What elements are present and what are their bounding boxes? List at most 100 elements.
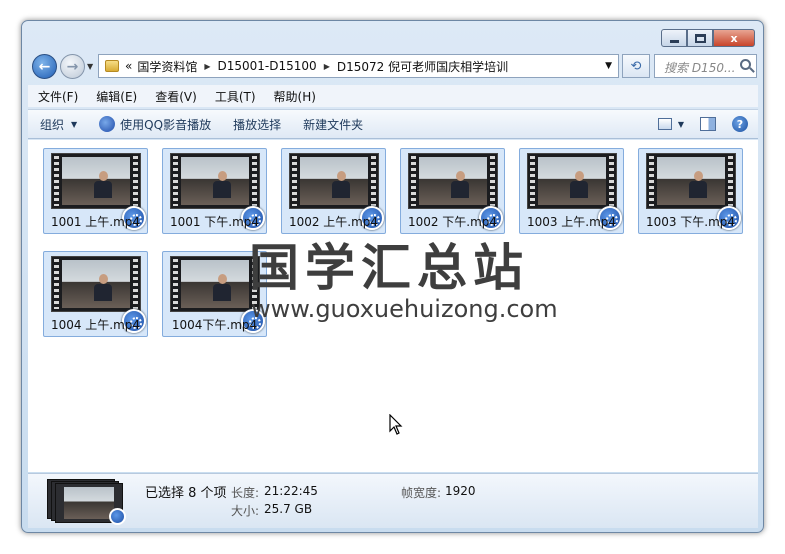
film-strip-edge (371, 156, 376, 206)
video-file-item[interactable]: 1001 下午.mp4 (162, 148, 267, 234)
film-strip-edge (728, 156, 733, 206)
video-file-item[interactable]: 1002 上午.mp4 (281, 148, 386, 234)
video-frame (657, 157, 725, 205)
size-value: 25.7 GB (264, 502, 313, 516)
play-with-qq-button[interactable]: 使用QQ影音播放 (99, 116, 211, 133)
film-strip-edge (173, 156, 178, 206)
film-strip-edge (54, 156, 59, 206)
length-label: 长度: (231, 486, 260, 500)
video-file-item[interactable]: 1001 上午.mp4 (43, 148, 148, 234)
organize-button[interactable]: 组织 ▼ (40, 116, 77, 133)
lecturer-figure (94, 274, 112, 302)
length-value: 21:22:45 (264, 484, 318, 498)
breadcrumb-item[interactable]: 国学资料馆 (137, 58, 197, 75)
address-overflow-chevron[interactable]: « (125, 59, 132, 73)
breadcrumb-separator-icon[interactable]: ▶ (204, 62, 210, 71)
maximize-icon (694, 33, 706, 43)
video-thumbnail (170, 153, 260, 209)
video-frame (538, 157, 606, 205)
search-placeholder: 搜索 D150... (664, 61, 736, 75)
video-frame (181, 157, 249, 205)
address-dropdown-icon[interactable]: ▼ (605, 61, 612, 71)
film-strip-edge (133, 156, 138, 206)
chevron-down-icon: ▼ (71, 119, 78, 129)
frame-width-value: 1920 (445, 484, 476, 498)
video-frame (62, 157, 130, 205)
close-icon: x (730, 31, 738, 45)
video-file-item[interactable]: 1002 下午.mp4 (400, 148, 505, 234)
lecturer-figure (451, 171, 469, 199)
file-name: 1003 上午.mp4 (526, 215, 617, 229)
film-strip-edge (411, 156, 416, 206)
organize-label: 组织 (40, 117, 65, 132)
film-strip-edge (649, 156, 654, 206)
video-file-item[interactable]: 1004 上午.mp4 (43, 251, 148, 337)
thumbnail-scene (64, 487, 114, 519)
video-file-item[interactable]: 1003 下午.mp4 (638, 148, 743, 234)
refresh-button[interactable]: ⟲ (622, 54, 650, 78)
lecturer-figure (94, 171, 112, 199)
new-folder-label: 新建文件夹 (303, 117, 364, 132)
breadcrumb-item[interactable]: D15072 倪可老师国庆相学培训 (337, 58, 508, 75)
back-button[interactable]: ← (32, 54, 57, 79)
film-strip-edge (252, 156, 257, 206)
video-thumbnail (646, 153, 736, 209)
watermark-url: www.guoxuehuizong.com (251, 295, 558, 323)
search-input[interactable]: 搜索 D150... (654, 54, 757, 78)
menu-file[interactable]: 文件(F) (38, 88, 78, 105)
video-file-icon (109, 508, 126, 525)
selection-count: 已选择 8 个项 (145, 486, 227, 501)
minimize-button[interactable] (661, 29, 687, 47)
film-strip-edge (54, 259, 59, 309)
new-folder-button[interactable]: 新建文件夹 (303, 116, 363, 133)
video-thumbnail (527, 153, 617, 209)
search-icon[interactable] (740, 59, 751, 70)
details-pane: 已选择 8 个项 长度: 21:22:45 大小: 25.7 GB 帧宽度: 1… (28, 473, 758, 528)
navigation-bar: ← → ▼ « 国学资料馆 ▶ D15001-D15100 ▶ D15072 倪… (28, 52, 757, 80)
film-strip-edge (173, 259, 178, 309)
file-name: 1001 上午.mp4 (50, 215, 141, 229)
forward-button[interactable]: → (60, 54, 85, 79)
video-frame (181, 260, 249, 308)
play-selection-button[interactable]: 播放选择 (233, 116, 281, 133)
file-name: 1003 下午.mp4 (645, 215, 736, 229)
menu-bar: 文件(F) 编辑(E) 查看(V) 工具(T) 帮助(H) (28, 85, 758, 107)
maximize-button[interactable] (687, 29, 713, 47)
lecturer-figure (332, 171, 350, 199)
lecturer-figure (213, 171, 231, 199)
film-strip-edge (292, 156, 297, 206)
forward-arrow-icon: → (66, 58, 79, 75)
menu-edit[interactable]: 编辑(E) (96, 88, 137, 105)
menu-view[interactable]: 查看(V) (155, 88, 197, 105)
video-thumbnail (289, 153, 379, 209)
preview-pane-icon[interactable] (700, 117, 716, 131)
menu-help[interactable]: 帮助(H) (274, 88, 316, 105)
refresh-icon: ⟲ (630, 58, 642, 74)
change-view-button[interactable]: ▼ (657, 118, 684, 130)
menu-tools[interactable]: 工具(T) (215, 88, 256, 105)
lecturer-figure (689, 171, 707, 199)
breadcrumb-item[interactable]: D15001-D15100 (218, 59, 317, 73)
close-button[interactable]: x (713, 29, 755, 47)
help-icon[interactable]: ? (732, 116, 748, 132)
back-arrow-icon: ← (38, 58, 51, 75)
lecturer-figure (570, 171, 588, 199)
caption-buttons: x (661, 29, 755, 47)
play-with-qq-label: 使用QQ影音播放 (120, 117, 212, 132)
lecturer-figure (213, 274, 231, 302)
address-bar[interactable]: « 国学资料馆 ▶ D15001-D15100 ▶ D15072 倪可老师国庆相… (98, 54, 619, 78)
watermark-title: 国学汇总站 (249, 239, 529, 297)
recent-pages-dropdown-icon[interactable]: ▼ (87, 62, 93, 71)
play-selection-label: 播放选择 (233, 117, 282, 132)
chevron-down-icon: ▼ (677, 119, 684, 129)
view-controls: ▼ ? (657, 116, 748, 132)
video-frame (62, 260, 130, 308)
breadcrumb-separator-icon[interactable]: ▶ (324, 62, 330, 71)
command-bar: 组织 ▼ 使用QQ影音播放 播放选择 新建文件夹 ▼ ? (28, 109, 758, 139)
video-thumbnail (408, 153, 498, 209)
film-strip-edge (133, 259, 138, 309)
video-thumbnail (170, 256, 260, 312)
video-frame (419, 157, 487, 205)
video-file-item[interactable]: 1003 上午.mp4 (519, 148, 624, 234)
video-thumbnail (51, 153, 141, 209)
